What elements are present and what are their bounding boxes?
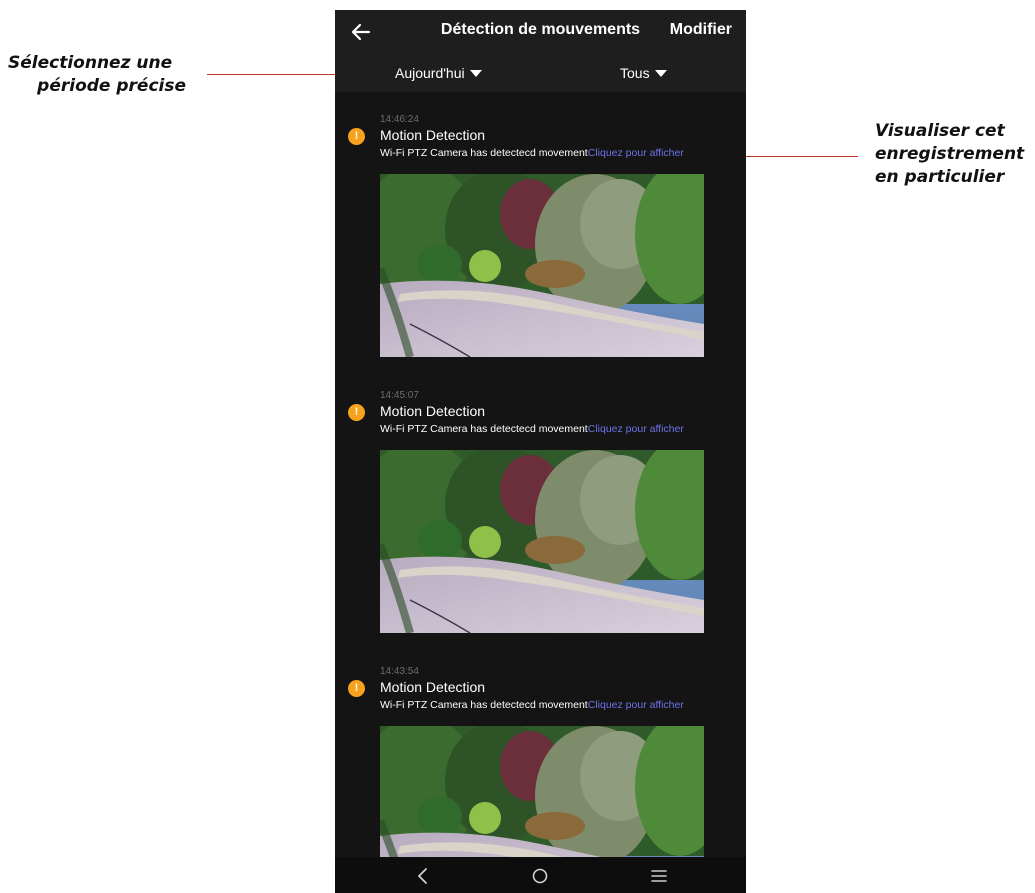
- view-recording-link[interactable]: Cliquez pour afficher: [588, 423, 684, 435]
- edit-button[interactable]: Modifier: [670, 21, 732, 39]
- nav-menu-button[interactable]: [647, 866, 671, 886]
- annotation-period-line1: Sélectionnez une: [8, 53, 173, 73]
- event-description-text: Wi-Fi PTZ Camera has detectecd movement: [380, 147, 588, 159]
- event-description: Wi-Fi PTZ Camera has detectecd movementC…: [380, 423, 684, 435]
- home-nav-icon: [532, 868, 548, 884]
- type-filter-dropdown[interactable]: Tous: [620, 65, 667, 81]
- period-filter-label: Aujourd'hui: [395, 65, 465, 81]
- event-time: 14:46:24: [380, 114, 419, 125]
- event-time: 14:43:54: [380, 666, 419, 677]
- app-bar: Détection de mouvements Modifier Aujourd…: [335, 10, 746, 92]
- annotation-period: Sélectionnez une période précise: [8, 52, 186, 98]
- menu-nav-icon: [651, 870, 667, 882]
- event-thumbnail[interactable]: [380, 174, 704, 357]
- event-title: Motion Detection: [380, 679, 486, 695]
- caret-down-icon: [654, 69, 667, 77]
- caret-down-icon: [469, 69, 482, 77]
- event-description-text: Wi-Fi PTZ Camera has detectecd movement: [380, 699, 588, 711]
- nav-back-button[interactable]: [411, 866, 435, 886]
- annotation-recording-line3: en particulier: [875, 167, 1005, 187]
- event-time: 14:45:07: [380, 390, 419, 401]
- phone-screen: Détection de mouvements Modifier Aujourd…: [335, 10, 746, 893]
- event-item: 14:46:24 ! Motion Detection Wi-Fi PTZ Ca…: [335, 114, 746, 374]
- annotation-period-line2: période précise: [37, 76, 186, 96]
- event-description: Wi-Fi PTZ Camera has detectecd movementC…: [380, 147, 684, 159]
- event-title: Motion Detection: [380, 403, 486, 419]
- annotation-recording-line1: Visualiser cet: [875, 121, 1005, 141]
- event-title: Motion Detection: [380, 127, 486, 143]
- annotation-recording-line2: enregistrement: [875, 144, 1025, 164]
- event-thumbnail[interactable]: [380, 450, 704, 633]
- period-filter-dropdown[interactable]: Aujourd'hui: [395, 65, 482, 81]
- annotation-recording: Visualiser cet enregistrement en particu…: [875, 120, 1024, 189]
- event-description-text: Wi-Fi PTZ Camera has detectecd movement: [380, 423, 588, 435]
- type-filter-label: Tous: [620, 65, 650, 81]
- alert-icon: !: [348, 128, 365, 145]
- alert-icon: !: [348, 680, 365, 697]
- event-description: Wi-Fi PTZ Camera has detectecd movementC…: [380, 699, 684, 711]
- event-item: 14:45:07 ! Motion Detection Wi-Fi PTZ Ca…: [335, 390, 746, 650]
- back-nav-icon: [418, 868, 427, 884]
- alert-icon: !: [348, 404, 365, 421]
- system-nav-bar: [335, 857, 746, 893]
- view-recording-link[interactable]: Cliquez pour afficher: [588, 147, 684, 159]
- view-recording-link[interactable]: Cliquez pour afficher: [588, 699, 684, 711]
- nav-home-button[interactable]: [528, 866, 552, 886]
